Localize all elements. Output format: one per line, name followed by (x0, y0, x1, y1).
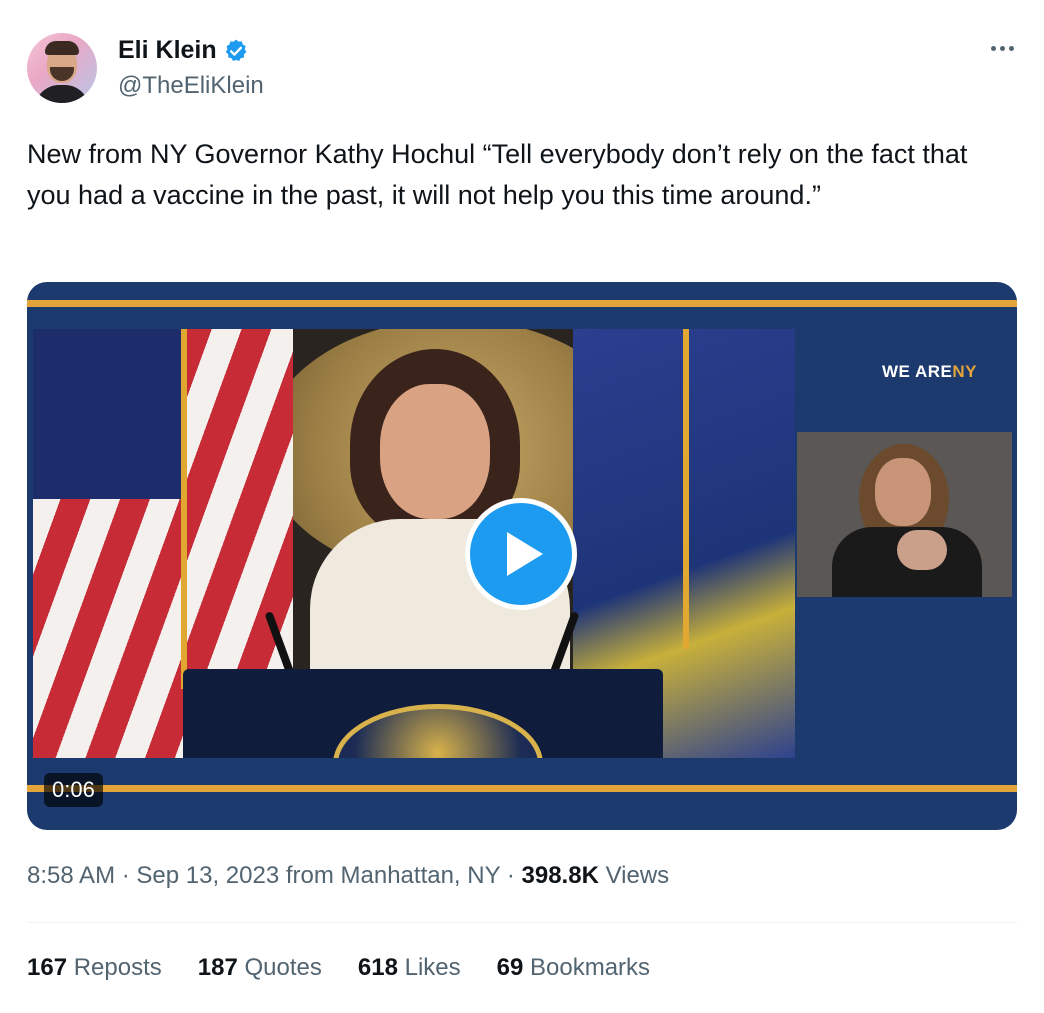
stat-count: 187 (197, 954, 238, 981)
avatar-hair (45, 41, 79, 55)
sign-language-interpreter (797, 432, 1012, 597)
more-dot (990, 45, 996, 51)
video-duration: 0:06 (44, 773, 103, 807)
interpreter-face (875, 458, 931, 526)
divider (27, 922, 1017, 923)
stat-label: Quotes (244, 954, 322, 981)
verified-badge-icon[interactable] (223, 38, 249, 64)
play-icon (507, 532, 543, 576)
stat-reposts[interactable]: 167 Reposts (27, 954, 162, 982)
frame-stripe (27, 300, 1017, 307)
flag-cord (683, 329, 689, 649)
stat-label: Reposts (73, 954, 162, 981)
more-dot (999, 45, 1005, 51)
views-count: 398.8K (521, 862, 599, 889)
tweet-text: New from NY Governor Kathy Hochul “Tell … (27, 139, 968, 210)
video-frame (33, 329, 795, 758)
we-are-ny-logo: WE ARENY (882, 340, 982, 410)
engagement-stats: 167 Reposts 187 Quotes 618 Likes 69 Book… (27, 954, 686, 982)
speaker-face (380, 384, 490, 519)
name-row: Eli Klein (118, 36, 249, 65)
play-button[interactable] (465, 498, 577, 610)
more-dot (1008, 45, 1014, 51)
more-options-icon[interactable] (987, 38, 1017, 58)
stat-count: 69 (496, 954, 524, 981)
stat-count: 167 (27, 954, 68, 981)
logo-suffix: NY (952, 362, 977, 381)
meta-separator: · (500, 862, 522, 889)
interpreter-hands (897, 530, 947, 570)
tweet-date-location[interactable]: Sep 13, 2023 from Manhattan, NY (136, 862, 500, 889)
us-flag-canton (33, 329, 183, 499)
stat-quotes[interactable]: 187 Quotes (198, 954, 322, 982)
tweet-header: Eli Klein @TheEliKlein (27, 30, 1017, 106)
author-name[interactable]: Eli Klein (118, 36, 217, 65)
stat-label: Likes (404, 954, 461, 981)
stat-label: Bookmarks (530, 954, 651, 981)
stat-bookmarks[interactable]: 69 Bookmarks (497, 954, 650, 982)
logo-prefix: WE ARE (882, 362, 953, 381)
stat-count: 618 (357, 954, 398, 981)
video-player[interactable]: WE ARENY 0:06 (27, 282, 1017, 830)
tweet-meta: 8:58 AM · Sep 13, 2023 from Manhattan, N… (27, 862, 669, 890)
meta-separator: · (115, 862, 137, 889)
tweet-time[interactable]: 8:58 AM (27, 862, 115, 889)
stat-likes[interactable]: 618 Likes (358, 954, 461, 982)
views-label: Views (605, 862, 670, 889)
flag-cord (181, 329, 187, 689)
frame-stripe (27, 785, 1017, 792)
author-handle[interactable]: @TheEliKlein (118, 72, 264, 100)
logo-text: WE ARENY (882, 362, 977, 382)
avatar-body (35, 85, 89, 103)
avatar[interactable] (27, 33, 97, 103)
